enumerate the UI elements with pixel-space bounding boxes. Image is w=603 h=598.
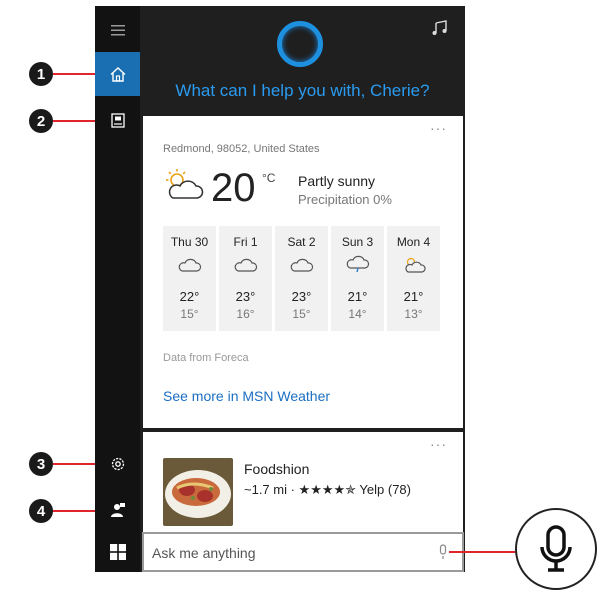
forecast-low: 16° [236, 307, 255, 321]
cortana-logo-icon[interactable] [277, 21, 323, 67]
forecast-day[interactable]: Sat 2 23° 15° [275, 226, 328, 331]
forecast-high: 23° [291, 289, 312, 304]
partly-sunny-icon [405, 257, 426, 273]
weather-condition: Partly sunny [298, 173, 376, 189]
notebook-icon [110, 112, 125, 128]
cloudy-icon [178, 258, 202, 272]
forecast-day[interactable]: Sun 3 21° 14° [331, 226, 384, 331]
restaurant-card[interactable]: ··· Foodshion ~1.7 mi · ★★★★✯ Yelp (78) [143, 432, 463, 532]
left-rail [95, 6, 140, 572]
current-temperature: 20 [211, 166, 256, 210]
forecast-low: 14° [348, 307, 367, 321]
msn-weather-link[interactable]: See more in MSN Weather [163, 388, 330, 404]
forecast-low: 15° [180, 307, 199, 321]
partly-sunny-icon [166, 169, 204, 199]
callout-4: 4 [29, 499, 53, 523]
cortana-header: What can I help you with, Cherie? [140, 6, 465, 116]
hamburger-icon [110, 24, 125, 35]
forecast-low: 15° [292, 307, 311, 321]
start-button[interactable] [95, 532, 140, 572]
weather-location: Redmond, 98052, United States [163, 143, 320, 155]
greeting-text: What can I help you with, Cherie? [175, 81, 430, 100]
microphone-callout [515, 508, 597, 590]
windows-logo-icon [109, 544, 126, 560]
menu-button[interactable] [95, 8, 140, 52]
forecast-day-name: Mon 4 [396, 235, 431, 249]
forecast-day[interactable]: Thu 30 22° 15° [163, 226, 216, 331]
restaurant-more-button[interactable]: ··· [430, 436, 447, 452]
rain-icon [346, 255, 370, 273]
forecast-day-name: Sun 3 [341, 235, 374, 249]
search-input[interactable] [152, 543, 422, 563]
settings-button[interactable] [95, 442, 140, 486]
callout-line-1 [53, 73, 95, 75]
notebook-button[interactable] [95, 98, 140, 142]
restaurant-name: Foodshion [244, 461, 310, 477]
music-icon[interactable] [431, 20, 449, 36]
forecast-day-name: Thu 30 [170, 235, 209, 249]
forecast-high: 23° [235, 289, 256, 304]
home-icon [110, 66, 125, 82]
forecast-day-name: Fri 1 [233, 235, 258, 249]
forecast-low: 13° [404, 307, 423, 321]
forecast-high: 21° [403, 289, 424, 304]
forecast-high: 22° [179, 289, 200, 304]
weather-card[interactable]: ··· Redmond, 98052, United States 20 °C … [143, 116, 463, 428]
temperature-unit: °C [262, 171, 276, 185]
gear-icon [111, 457, 124, 471]
weather-source: Data from Foreca [163, 352, 249, 364]
feedback-person-icon [110, 503, 125, 517]
callout-1: 1 [29, 62, 53, 86]
home-button[interactable] [95, 52, 140, 96]
precipitation: Precipitation 0% [298, 192, 392, 207]
restaurant-details: ~1.7 mi · ★★★★✯ Yelp (78) [244, 482, 411, 497]
callout-line-mic [449, 551, 517, 553]
forecast-row: Thu 30 22° 15° Fri 1 23° 16° Sat 2 23° 1… [163, 226, 440, 331]
microphone-icon[interactable] [438, 544, 448, 560]
callout-2: 2 [29, 109, 53, 133]
cloudy-icon [234, 258, 258, 272]
feedback-button[interactable] [95, 488, 140, 532]
weather-more-button[interactable]: ··· [430, 120, 447, 136]
callout-3: 3 [29, 452, 53, 476]
large-microphone-icon [540, 525, 572, 572]
cortana-screenshot: 1 2 3 4 What can I help you with, Cherie… [0, 0, 603, 598]
cloudy-icon [290, 258, 314, 272]
forecast-high: 21° [347, 289, 368, 304]
forecast-day[interactable]: Mon 4 21° 13° [387, 226, 440, 331]
search-box[interactable] [142, 532, 464, 572]
cortana-panel: What can I help you with, Cherie? ··· Re… [140, 6, 465, 572]
forecast-day[interactable]: Fri 1 23° 16° [219, 226, 272, 331]
restaurant-image [163, 458, 233, 526]
forecast-day-name: Sat 2 [287, 235, 316, 249]
